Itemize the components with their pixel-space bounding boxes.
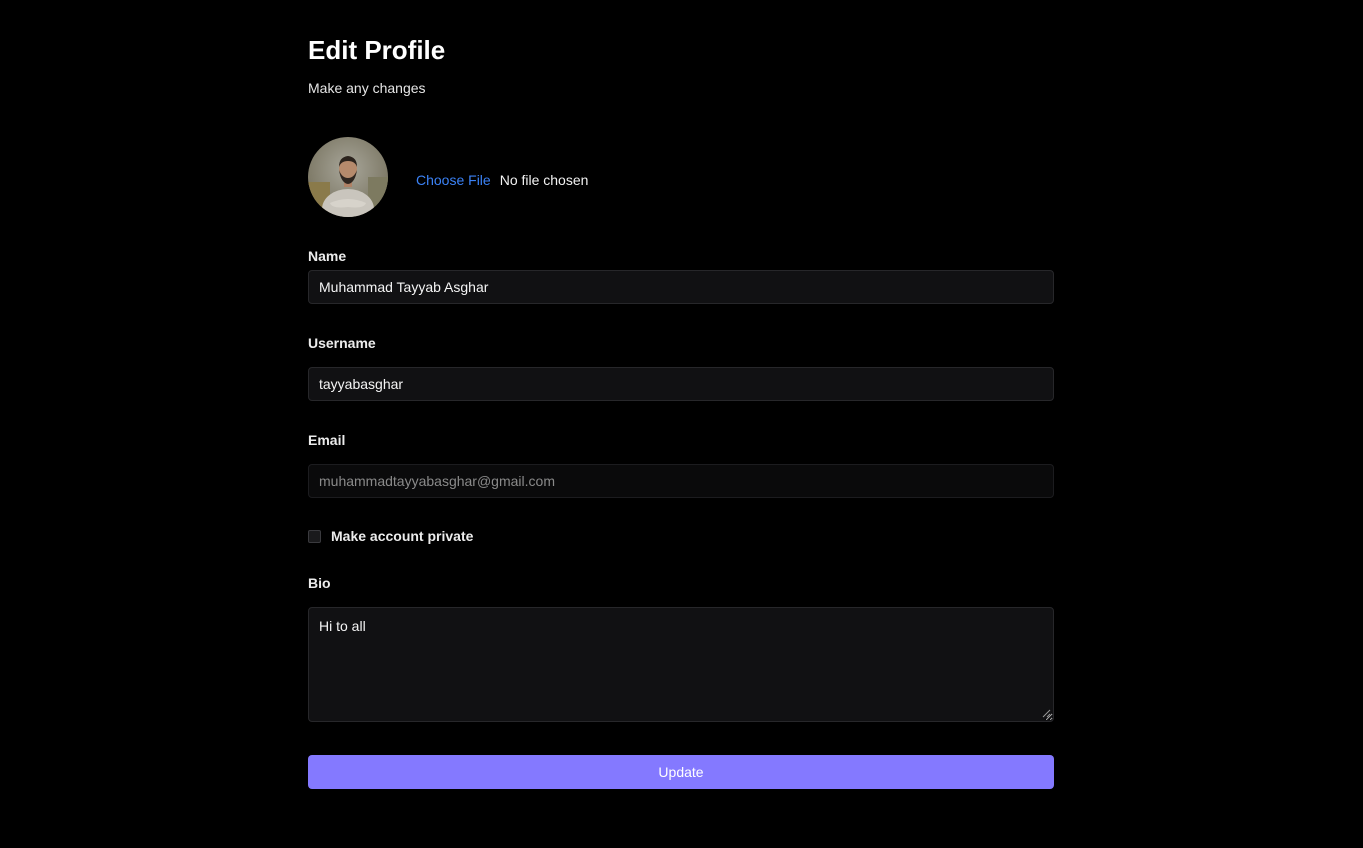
profile-photo-icon [308, 137, 388, 217]
bio-textarea[interactable]: Hi to all [308, 607, 1054, 722]
name-label: Name [308, 248, 347, 264]
avatar [308, 137, 388, 217]
name-input[interactable] [308, 270, 1054, 304]
private-account-label[interactable]: Make account private [331, 527, 473, 545]
email-label: Email [308, 432, 346, 448]
choose-file-button[interactable]: Choose File [416, 171, 491, 189]
resize-handle-icon[interactable] [1041, 708, 1051, 718]
update-button[interactable]: Update [308, 755, 1054, 789]
page-title: Edit Profile [308, 35, 446, 65]
username-input[interactable] [308, 367, 1054, 401]
file-status-text: No file chosen [499, 172, 589, 188]
private-account-checkbox[interactable] [308, 529, 321, 543]
private-account-option[interactable]: Make account private [308, 527, 473, 545]
page-subtitle: Make any changes [308, 80, 426, 96]
username-label: Username [308, 335, 376, 351]
file-picker[interactable]: Choose File No file chosen [416, 171, 588, 189]
email-input [308, 464, 1054, 498]
bio-label: Bio [308, 575, 331, 591]
